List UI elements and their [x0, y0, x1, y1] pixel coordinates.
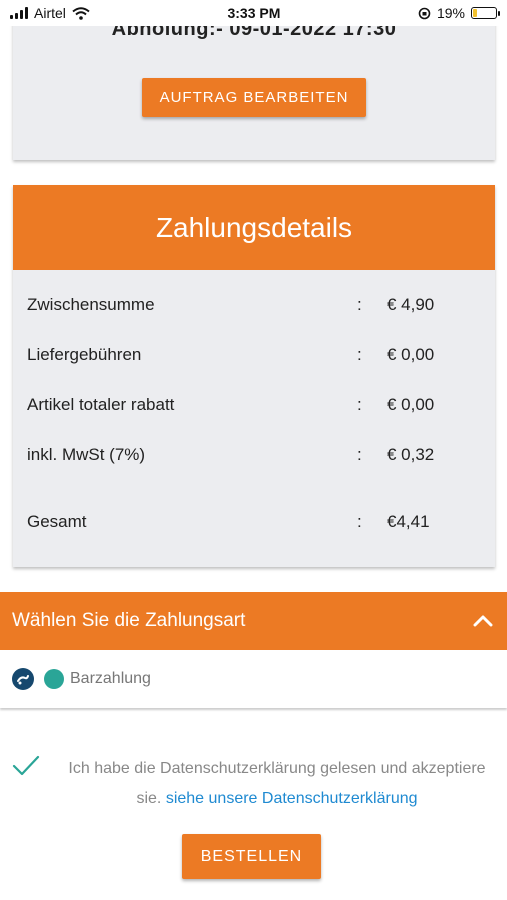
checkmark-icon[interactable] [12, 754, 40, 778]
payment-details-title: Zahlungsdetails [13, 185, 495, 270]
carrier-label: Airtel [34, 5, 66, 21]
payment-row-separator: : [357, 395, 362, 414]
battery-percent: 19% [436, 5, 465, 21]
cash-payment-icon [12, 668, 34, 690]
edit-order-button[interactable]: AUFTRAG BEARBEITEN [142, 78, 366, 117]
payment-option-radio[interactable] [44, 669, 64, 689]
payment-row-label: inkl. MwSt (7%) [27, 445, 146, 464]
status-left: Airtel [10, 5, 90, 21]
payment-row-label: Zwischensumme [27, 295, 155, 314]
payment-method-header[interactable]: Wählen Sie die Zahlungsart [0, 592, 507, 650]
payment-row-separator: : [357, 345, 362, 364]
payment-row-value: € 4,90 [387, 295, 435, 314]
battery-fill [472, 9, 478, 17]
chevron-up-icon[interactable] [471, 609, 495, 633]
payment-row-separator: : [357, 295, 362, 314]
payment-details-card: Zahlungsdetails Zwischensumme : € 4,90 L… [13, 185, 495, 567]
payment-row-separator: : [357, 445, 362, 464]
payment-row-separator: : [357, 512, 362, 531]
payment-row-value: € 0,00 [387, 395, 435, 414]
payment-row-label: Gesamt [27, 512, 87, 531]
payment-row-value: €4,41 [387, 512, 430, 531]
payment-row-label: Artikel totaler rabatt [27, 395, 175, 414]
payment-row-value: € 0,32 [387, 445, 435, 464]
payment-row-value: € 0,00 [387, 345, 435, 364]
payment-row-label: Liefergebühren [27, 345, 142, 364]
orientation-lock-icon [418, 7, 431, 19]
battery-icon [470, 7, 500, 19]
wifi-icon [72, 6, 90, 20]
status-right: 19% [418, 5, 500, 21]
privacy-consent-text: Ich habe die Datenschutzerklärung gelese… [62, 754, 492, 814]
payment-option-cash[interactable]: Barzahlung [0, 650, 507, 708]
status-time: 3:33 PM [227, 5, 281, 21]
privacy-policy-link[interactable]: siehe unsere Datenschutzerklärung [166, 790, 418, 807]
place-order-button[interactable]: BESTELLEN [182, 834, 321, 879]
status-bar: Airtel 3:33 PM 19% [0, 0, 507, 26]
payment-option-label: Barzahlung [70, 670, 151, 687]
payment-method-title: Wählen Sie die Zahlungsart [12, 610, 246, 631]
signal-icon [10, 7, 28, 19]
